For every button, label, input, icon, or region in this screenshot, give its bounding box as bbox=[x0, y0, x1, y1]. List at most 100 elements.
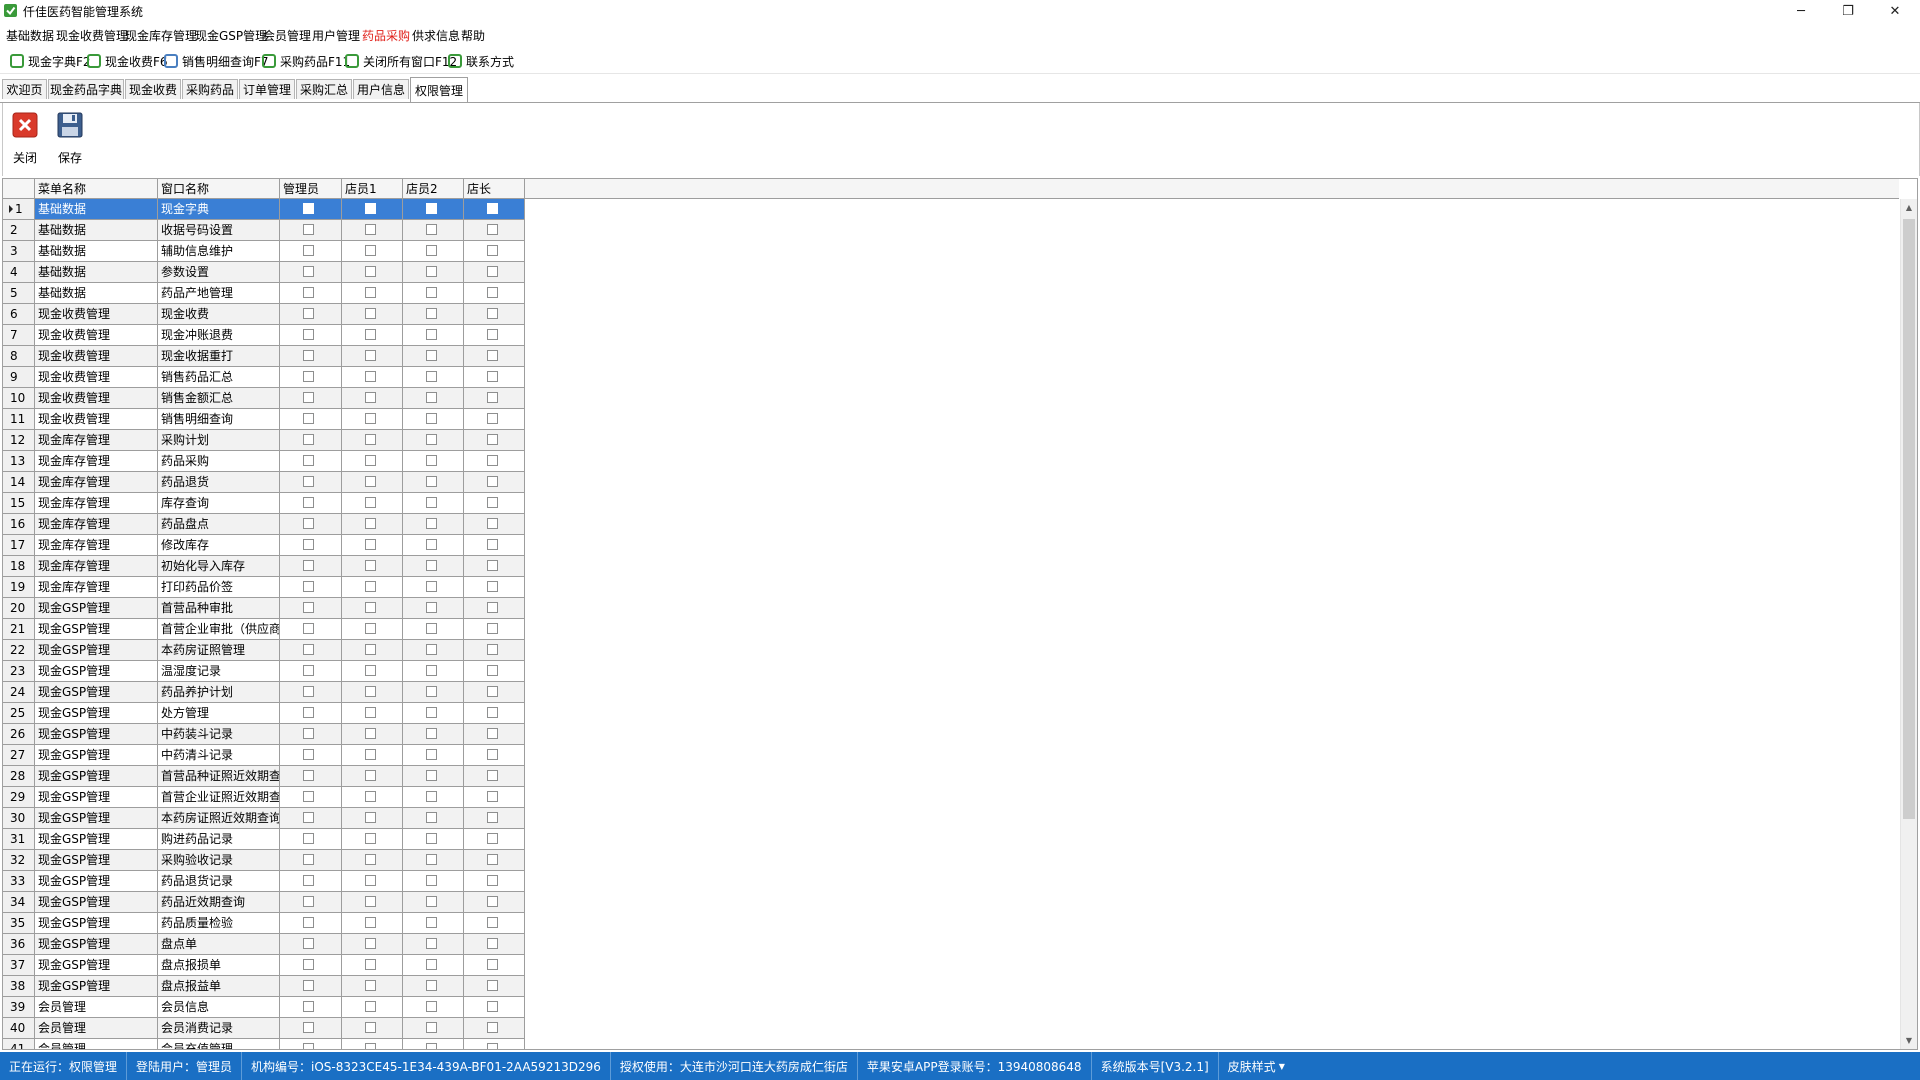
permission-checkbox-clerk1[interactable] bbox=[365, 791, 376, 802]
permission-checkbox-manager[interactable] bbox=[487, 1043, 498, 1049]
menu-item-3[interactable]: 现金库存管理 bbox=[125, 27, 197, 44]
table-row[interactable]: 2 基础数据 收据号码设置 bbox=[3, 220, 1899, 241]
permission-checkbox-clerk2[interactable] bbox=[426, 1001, 437, 1012]
permission-checkbox-clerk1[interactable] bbox=[365, 539, 376, 550]
permission-checkbox-clerk2[interactable] bbox=[426, 266, 437, 277]
quickbar-item-1[interactable]: 现金字典F2 bbox=[10, 52, 91, 70]
permission-checkbox-clerk2[interactable] bbox=[426, 308, 437, 319]
menu-item-5[interactable]: 会员管理 bbox=[263, 27, 311, 44]
permission-checkbox-admin[interactable] bbox=[303, 770, 314, 781]
tab-5[interactable]: 订单管理 bbox=[239, 79, 295, 99]
permission-checkbox-admin[interactable] bbox=[303, 434, 314, 445]
permission-checkbox-clerk2[interactable] bbox=[426, 539, 437, 550]
permission-checkbox-admin[interactable] bbox=[303, 854, 314, 865]
table-row[interactable]: 9 现金收费管理 销售药品汇总 bbox=[3, 367, 1899, 388]
permission-checkbox-clerk2[interactable] bbox=[426, 602, 437, 613]
quickbar-item-2[interactable]: 现金收费F6 bbox=[87, 52, 168, 70]
table-row[interactable]: 14 现金库存管理 药品退货 bbox=[3, 472, 1899, 493]
vertical-scrollbar[interactable]: ▲ ▼ bbox=[1900, 199, 1917, 1049]
table-row[interactable]: 1 基础数据 现金字典 bbox=[3, 199, 1899, 220]
permission-checkbox-admin[interactable] bbox=[303, 1022, 314, 1033]
permission-checkbox-admin[interactable] bbox=[303, 833, 314, 844]
permission-checkbox-admin[interactable] bbox=[303, 497, 314, 508]
permission-checkbox-clerk1[interactable] bbox=[365, 434, 376, 445]
permission-checkbox-clerk1[interactable] bbox=[365, 770, 376, 781]
column-header-1[interactable]: 菜单名称 bbox=[35, 179, 158, 199]
tab-6[interactable]: 采购汇总 bbox=[296, 79, 352, 99]
permission-checkbox-clerk1[interactable] bbox=[365, 917, 376, 928]
permission-checkbox-clerk2[interactable] bbox=[426, 203, 437, 214]
table-row[interactable]: 8 现金收费管理 现金收据重打 bbox=[3, 346, 1899, 367]
permission-checkbox-manager[interactable] bbox=[487, 812, 498, 823]
table-row[interactable]: 7 现金收费管理 现金冲账退费 bbox=[3, 325, 1899, 346]
permission-checkbox-clerk2[interactable] bbox=[426, 980, 437, 991]
permission-checkbox-clerk1[interactable] bbox=[365, 686, 376, 697]
permission-checkbox-clerk1[interactable] bbox=[365, 854, 376, 865]
permission-checkbox-clerk1[interactable] bbox=[365, 308, 376, 319]
permission-checkbox-manager[interactable] bbox=[487, 665, 498, 676]
tab-3[interactable]: 现金收费 bbox=[125, 79, 181, 99]
menu-item-9[interactable]: 帮助 bbox=[461, 27, 485, 44]
tab-2[interactable]: 现金药品字典 bbox=[48, 79, 124, 99]
permission-checkbox-clerk2[interactable] bbox=[426, 413, 437, 424]
scrollbar-thumb[interactable] bbox=[1903, 219, 1915, 819]
permission-checkbox-manager[interactable] bbox=[487, 434, 498, 445]
permission-checkbox-clerk1[interactable] bbox=[365, 833, 376, 844]
permission-checkbox-admin[interactable] bbox=[303, 476, 314, 487]
table-row[interactable]: 30 现金GSP管理 本药房证照近效期查询 bbox=[3, 808, 1899, 829]
menu-item-1[interactable]: 基础数据 bbox=[6, 27, 54, 44]
table-row[interactable]: 35 现金GSP管理 药品质量检验 bbox=[3, 913, 1899, 934]
permission-checkbox-clerk2[interactable] bbox=[426, 875, 437, 886]
permission-checkbox-clerk2[interactable] bbox=[426, 917, 437, 928]
table-row[interactable]: 32 现金GSP管理 采购验收记录 bbox=[3, 850, 1899, 871]
permission-checkbox-clerk1[interactable] bbox=[365, 1001, 376, 1012]
permission-checkbox-clerk1[interactable] bbox=[365, 959, 376, 970]
permission-checkbox-admin[interactable] bbox=[303, 959, 314, 970]
table-row[interactable]: 18 现金库存管理 初始化导入库存 bbox=[3, 556, 1899, 577]
permission-checkbox-clerk1[interactable] bbox=[365, 560, 376, 571]
permission-checkbox-admin[interactable] bbox=[303, 665, 314, 676]
table-row[interactable]: 26 现金GSP管理 中药装斗记录 bbox=[3, 724, 1899, 745]
menu-item-4[interactable]: 现金GSP管理 bbox=[195, 27, 267, 44]
tab-8[interactable]: 权限管理 bbox=[410, 77, 468, 102]
permission-checkbox-manager[interactable] bbox=[487, 392, 498, 403]
permission-checkbox-admin[interactable] bbox=[303, 749, 314, 760]
permission-checkbox-clerk1[interactable] bbox=[365, 644, 376, 655]
permission-checkbox-clerk1[interactable] bbox=[365, 518, 376, 529]
permission-checkbox-clerk1[interactable] bbox=[365, 749, 376, 760]
permission-checkbox-manager[interactable] bbox=[487, 980, 498, 991]
permission-checkbox-clerk1[interactable] bbox=[365, 413, 376, 424]
table-row[interactable]: 31 现金GSP管理 购进药品记录 bbox=[3, 829, 1899, 850]
permission-checkbox-admin[interactable] bbox=[303, 896, 314, 907]
column-header-4[interactable]: 店员1 bbox=[342, 179, 403, 199]
permission-checkbox-manager[interactable] bbox=[487, 539, 498, 550]
permission-checkbox-manager[interactable] bbox=[487, 308, 498, 319]
permission-checkbox-admin[interactable] bbox=[303, 1001, 314, 1012]
maximize-button[interactable]: ❐ bbox=[1825, 0, 1871, 22]
quickbar-item-5[interactable]: 关闭所有窗口F12 bbox=[345, 52, 457, 70]
table-row[interactable]: 3 基础数据 辅助信息维护 bbox=[3, 241, 1899, 262]
permission-checkbox-admin[interactable] bbox=[303, 644, 314, 655]
permission-checkbox-admin[interactable] bbox=[303, 455, 314, 466]
table-row[interactable]: 23 现金GSP管理 温湿度记录 bbox=[3, 661, 1899, 682]
column-header-2[interactable]: 窗口名称 bbox=[158, 179, 280, 199]
permission-checkbox-admin[interactable] bbox=[303, 602, 314, 613]
table-row[interactable]: 37 现金GSP管理 盘点报损单 bbox=[3, 955, 1899, 976]
permission-checkbox-admin[interactable] bbox=[303, 623, 314, 634]
permission-checkbox-clerk2[interactable] bbox=[426, 707, 437, 718]
permission-checkbox-manager[interactable] bbox=[487, 623, 498, 634]
minimize-button[interactable]: ─ bbox=[1778, 0, 1824, 22]
table-row[interactable]: 21 现金GSP管理 首营企业审批（供应商） bbox=[3, 619, 1899, 640]
permission-checkbox-clerk2[interactable] bbox=[426, 497, 437, 508]
permission-checkbox-admin[interactable] bbox=[303, 728, 314, 739]
permission-checkbox-admin[interactable] bbox=[303, 812, 314, 823]
quickbar-item-6[interactable]: 联系方式 bbox=[448, 52, 514, 70]
permission-checkbox-manager[interactable] bbox=[487, 350, 498, 361]
permission-checkbox-admin[interactable] bbox=[303, 413, 314, 424]
permission-checkbox-manager[interactable] bbox=[487, 371, 498, 382]
permission-checkbox-manager[interactable] bbox=[487, 1001, 498, 1012]
permission-checkbox-clerk2[interactable] bbox=[426, 665, 437, 676]
menu-item-6[interactable]: 用户管理 bbox=[312, 27, 360, 44]
permission-checkbox-clerk1[interactable] bbox=[365, 371, 376, 382]
permission-checkbox-clerk2[interactable] bbox=[426, 287, 437, 298]
